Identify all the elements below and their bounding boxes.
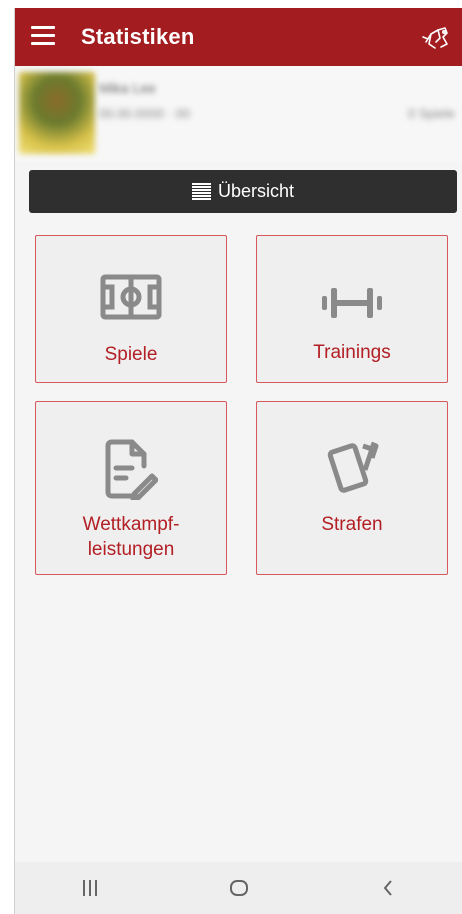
tile-competition-results-label: Wettkampf- leistungen — [36, 512, 226, 562]
tile-competition-results-label-line1: Wettkampf- — [82, 514, 180, 535]
avatar — [19, 72, 95, 154]
penalty-cards-icon — [327, 441, 379, 493]
profile-date: 00.00.0000 · 00 — [99, 106, 191, 121]
swiss-sport-logo-icon — [422, 27, 448, 49]
tile-games-label: Spiele — [104, 344, 158, 365]
home-button[interactable] — [209, 868, 269, 908]
overview-button-label: Übersicht — [217, 181, 295, 201]
dumbbell-icon — [322, 288, 382, 318]
tile-trainings-label: Trainings — [313, 342, 391, 363]
recent-apps-icon — [82, 880, 97, 896]
overview-button[interactable]: Übersicht — [29, 170, 457, 213]
hamburger-menu-icon[interactable] — [31, 26, 55, 46]
profile-meta: 0 Spiele — [408, 106, 455, 121]
tile-competition-results[interactable]: Wettkampf- leistungen — [35, 401, 227, 575]
page-title: Statistiken — [81, 24, 195, 49]
profile-name: Mika Lee — [99, 80, 156, 96]
list-icon — [191, 183, 211, 200]
player-profile-card[interactable]: Mika Lee 00.00.0000 · 00 0 Spiele — [15, 66, 462, 162]
tile-competition-results-label-line2: leistungen — [87, 539, 175, 560]
recent-apps-button[interactable] — [60, 868, 120, 908]
back-icon — [383, 880, 393, 896]
tile-trainings[interactable]: Trainings — [256, 235, 448, 383]
back-button[interactable] — [358, 868, 418, 908]
home-icon — [229, 880, 248, 896]
tile-penalties-label: Strafen — [321, 514, 383, 535]
soccer-field-icon — [100, 274, 162, 320]
document-edit-icon — [105, 439, 158, 500]
app-bar: Statistiken — [15, 8, 462, 66]
tile-games[interactable]: Spiele — [35, 235, 227, 383]
tile-penalties[interactable]: Strafen — [256, 401, 448, 575]
phone-screen: Statistiken Mika Lee 00.00.0000 · 00 0 S… — [14, 8, 462, 914]
system-navigation-bar — [15, 862, 462, 914]
